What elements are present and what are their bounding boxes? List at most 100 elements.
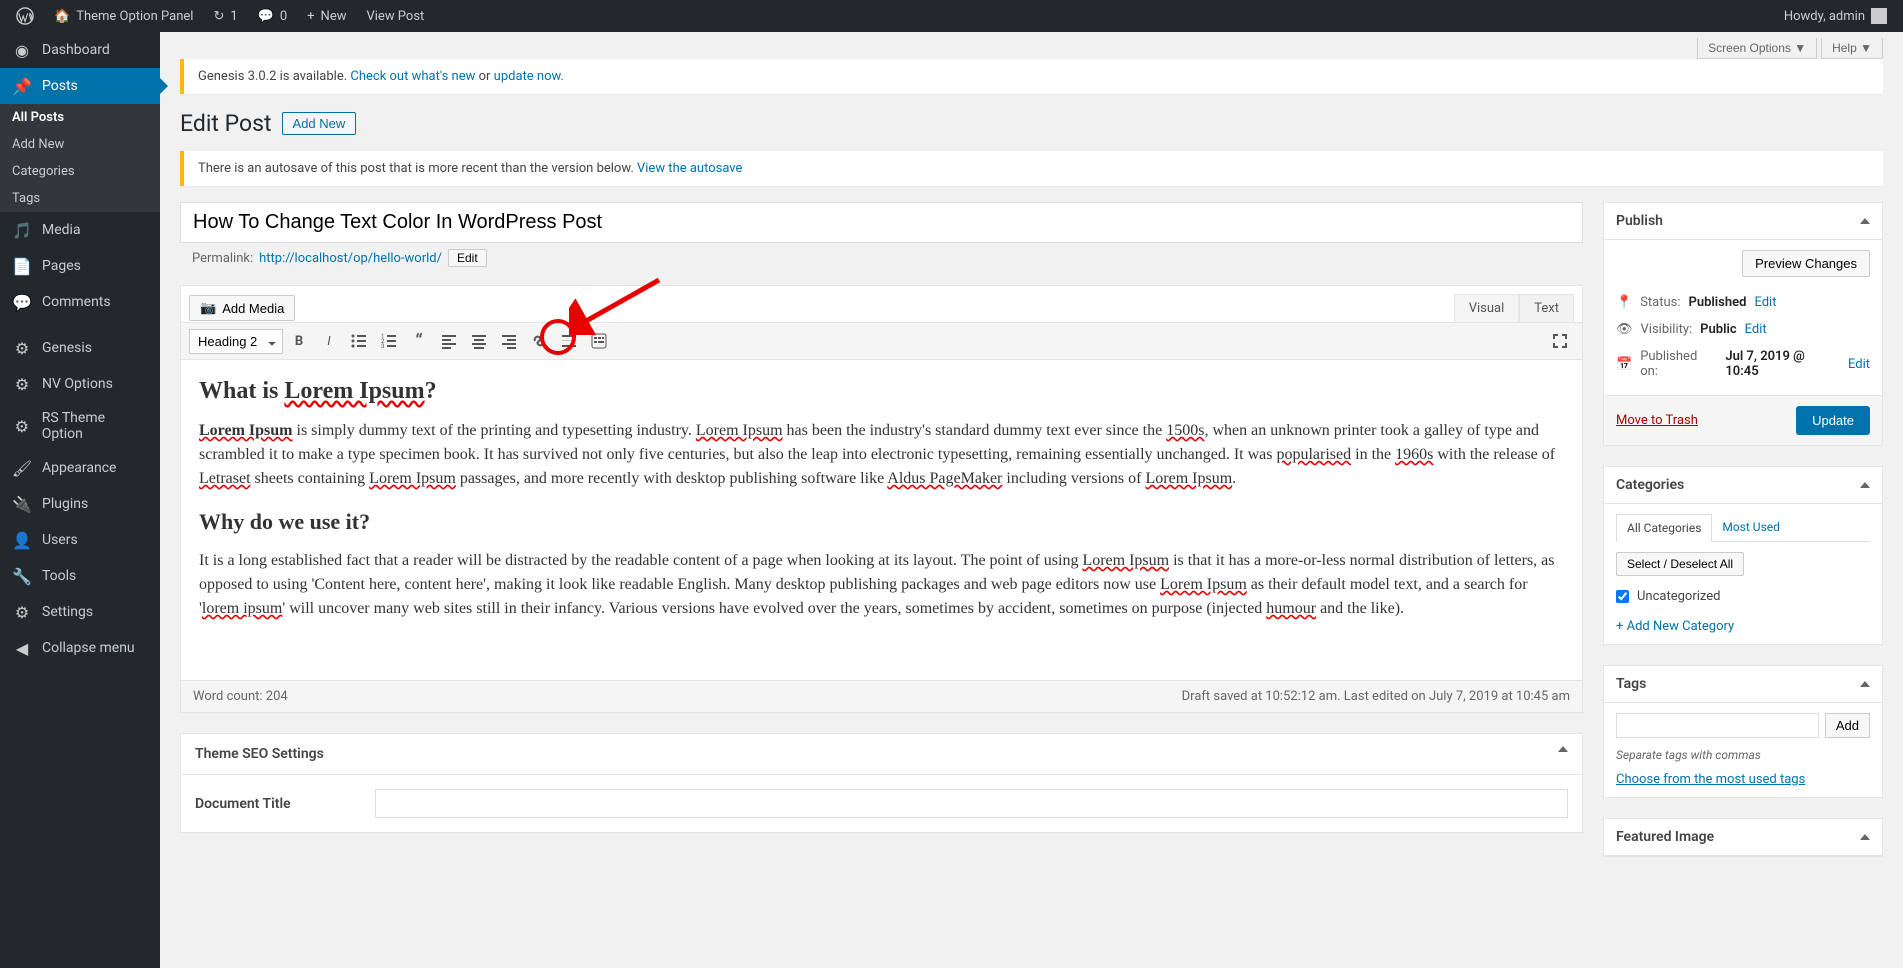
- sidebar-item-pages[interactable]: 📄Pages: [0, 248, 160, 284]
- comments-count: 0: [280, 9, 287, 24]
- last-edited-text: Last edited on July 7, 2019 at 10:45 am: [1344, 689, 1570, 704]
- post-title-input[interactable]: [180, 202, 1583, 243]
- tags-panel: Tags Add Separate tags with commas Choos…: [1603, 665, 1883, 798]
- updates-link[interactable]: ↻1: [205, 0, 245, 32]
- sidebar-sub-tags[interactable]: Tags: [0, 185, 160, 212]
- pages-icon: 📄: [12, 256, 32, 276]
- account-link[interactable]: Howdy, admin: [1776, 0, 1895, 32]
- tag-add-button[interactable]: Add: [1825, 713, 1870, 738]
- sidebar-sub-categories[interactable]: Categories: [0, 158, 160, 185]
- howdy-text: Howdy, admin: [1784, 9, 1865, 24]
- tags-panel-header[interactable]: Tags: [1604, 666, 1882, 703]
- published-edit-link[interactable]: Edit: [1848, 357, 1870, 372]
- uncategorized-checkbox[interactable]: [1616, 590, 1629, 603]
- wp-logo[interactable]: [8, 0, 42, 32]
- brush-icon: 🖌: [12, 458, 32, 478]
- choose-tags-link[interactable]: Choose from the most used tags: [1616, 772, 1805, 787]
- site-link[interactable]: 🏠Theme Option Panel: [46, 0, 201, 32]
- sidebar-item-genesis[interactable]: ⚙Genesis: [0, 330, 160, 366]
- sidebar-item-comments[interactable]: 💬Comments: [0, 284, 160, 320]
- sidebar-sub-all-posts[interactable]: All Posts: [0, 104, 160, 131]
- genesis-icon: ⚙: [12, 338, 32, 358]
- sidebar-item-nv-options[interactable]: ⚙NV Options: [0, 366, 160, 402]
- autosave-notice: There is an autosave of this post that i…: [180, 151, 1883, 186]
- camera-icon: 📷: [200, 300, 216, 316]
- sidebar-item-tools[interactable]: 🔧Tools: [0, 558, 160, 594]
- sidebar-item-media[interactable]: 🎵Media: [0, 212, 160, 248]
- doc-title-label: Document Title: [195, 796, 355, 812]
- bold-button[interactable]: B: [285, 327, 313, 355]
- sidebar-sub-add-new[interactable]: Add New: [0, 131, 160, 158]
- comments-icon: 💬: [12, 292, 32, 312]
- wrench-icon: 🔧: [12, 566, 32, 586]
- uncategorized-label: Uncategorized: [1637, 589, 1720, 604]
- add-media-button[interactable]: 📷Add Media: [189, 295, 295, 321]
- visibility-edit-link[interactable]: Edit: [1745, 322, 1767, 337]
- format-dropdown[interactable]: Heading 2: [189, 329, 283, 354]
- select-deselect-all-button[interactable]: Select / Deselect All: [1616, 552, 1744, 576]
- permalink-url[interactable]: http://localhost/op/hello-world/: [259, 251, 442, 266]
- categories-panel-header[interactable]: Categories: [1604, 467, 1882, 504]
- fullscreen-button[interactable]: [1546, 327, 1574, 355]
- align-left-button[interactable]: [435, 327, 463, 355]
- chevron-up-icon: [1860, 834, 1870, 840]
- update-button[interactable]: Update: [1796, 406, 1870, 435]
- new-link[interactable]: +New: [299, 0, 354, 32]
- status-edit-link[interactable]: Edit: [1754, 295, 1776, 310]
- seo-panel-header[interactable]: Theme SEO Settings: [181, 734, 1582, 775]
- draft-saved-text: Draft saved at 10:52:12 am.: [1182, 689, 1341, 704]
- number-list-button[interactable]: 123: [375, 327, 403, 355]
- screen-options-button[interactable]: Screen Options ▼: [1697, 38, 1817, 59]
- toolbar-toggle-button[interactable]: [585, 327, 613, 355]
- most-used-tab[interactable]: Most Used: [1712, 514, 1790, 541]
- status-value: Published: [1689, 295, 1747, 310]
- bullet-list-button[interactable]: [345, 327, 373, 355]
- comments-link[interactable]: 💬0: [250, 0, 296, 32]
- tag-input[interactable]: [1616, 713, 1819, 738]
- view-autosave-link[interactable]: View the autosave: [637, 161, 742, 176]
- editor-toolbar: Heading 2 B I 123 “: [181, 322, 1582, 360]
- sliders-icon: ⚙: [12, 602, 32, 622]
- genesis-whats-new-link[interactable]: Check out what's new: [350, 69, 475, 84]
- comment-icon: 💬: [258, 9, 274, 24]
- sidebar-item-posts[interactable]: 📌Posts: [0, 68, 160, 104]
- add-new-post-button[interactable]: Add New: [282, 112, 357, 135]
- editor-content[interactable]: What is Lorem Ipsum? Lorem Ipsum is simp…: [181, 360, 1582, 680]
- visual-tab[interactable]: Visual: [1454, 294, 1520, 322]
- read-more-button[interactable]: [555, 327, 583, 355]
- seo-panel: Theme SEO Settings Document Title: [180, 733, 1583, 833]
- sidebar-item-appearance[interactable]: 🖌Appearance: [0, 450, 160, 486]
- sidebar-item-settings[interactable]: ⚙Settings: [0, 594, 160, 630]
- sidebar-item-plugins[interactable]: 🔌Plugins: [0, 486, 160, 522]
- genesis-update-link[interactable]: update now.: [494, 69, 564, 84]
- publish-panel-header[interactable]: Publish: [1604, 203, 1882, 240]
- editor-footer: Word count: 204 Draft saved at 10:52:12 …: [181, 680, 1582, 712]
- tag-hint: Separate tags with commas: [1616, 748, 1870, 762]
- sidebar-item-dashboard[interactable]: ◉Dashboard: [0, 32, 160, 68]
- sidebar-item-users[interactable]: 👤Users: [0, 522, 160, 558]
- plug-icon: 🔌: [12, 494, 32, 514]
- preview-changes-button[interactable]: Preview Changes: [1742, 250, 1870, 277]
- link-button[interactable]: [525, 327, 553, 355]
- permalink-edit-button[interactable]: Edit: [448, 249, 487, 267]
- text-tab[interactable]: Text: [1519, 294, 1574, 322]
- add-new-category-link[interactable]: + Add New Category: [1616, 619, 1734, 634]
- sidebar-item-rs-theme[interactable]: ⚙RS Theme Option: [0, 402, 160, 450]
- categories-panel: Categories All Categories Most Used Sele…: [1603, 466, 1883, 645]
- italic-button[interactable]: I: [315, 327, 343, 355]
- featured-image-header[interactable]: Featured Image: [1604, 819, 1882, 856]
- move-to-trash-link[interactable]: Move to Trash: [1616, 413, 1698, 428]
- all-categories-tab[interactable]: All Categories: [1616, 514, 1712, 542]
- quote-button[interactable]: “: [405, 327, 433, 355]
- site-name: Theme Option Panel: [76, 9, 193, 24]
- align-right-button[interactable]: [495, 327, 523, 355]
- eye-icon: 👁: [1616, 322, 1633, 337]
- sidebar-collapse[interactable]: ◀Collapse menu: [0, 630, 160, 666]
- align-center-button[interactable]: [465, 327, 493, 355]
- gear-icon: ⚙: [12, 374, 32, 394]
- dashboard-icon: ◉: [12, 40, 32, 60]
- chevron-up-icon: [1860, 681, 1870, 687]
- view-post-link[interactable]: View Post: [358, 0, 432, 32]
- doc-title-input[interactable]: [375, 789, 1568, 818]
- help-button[interactable]: Help ▼: [1821, 38, 1883, 59]
